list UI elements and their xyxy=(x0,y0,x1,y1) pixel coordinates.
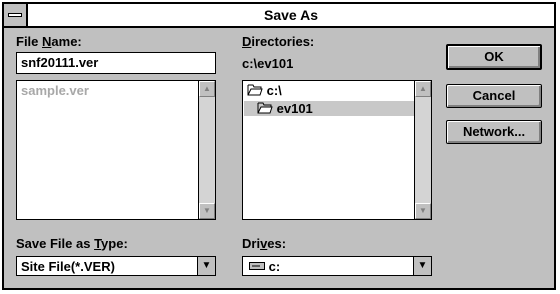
scroll-up-icon[interactable]: ▲ xyxy=(199,81,215,97)
file-name-label: File Name: xyxy=(16,34,82,49)
chevron-down-icon[interactable]: ▼ xyxy=(197,257,215,275)
drive-label: c: xyxy=(268,259,281,274)
directory-list[interactable]: c:\ ev101 ▲ ▼ xyxy=(242,80,432,220)
system-menu-button[interactable] xyxy=(4,4,28,26)
directory-item-label: ev101 xyxy=(276,101,313,116)
scroll-down-icon[interactable]: ▼ xyxy=(415,203,431,219)
drive-icon xyxy=(249,262,265,270)
open-folder-icon xyxy=(257,102,273,114)
file-list[interactable]: sample.ver ▲ ▼ xyxy=(16,80,216,220)
title-bar: Save As xyxy=(4,4,554,28)
save-as-dialog: Save As File Name: snf20111.ver sample.v… xyxy=(2,2,556,290)
directory-item-root[interactable]: c:\ xyxy=(247,83,282,98)
directory-item-label: c:\ xyxy=(266,83,282,98)
drives-label: Drives: xyxy=(242,236,287,251)
drives-select[interactable]: c: ▼ xyxy=(242,256,432,276)
open-folder-icon xyxy=(247,84,263,96)
directory-item-ev101[interactable]: ev101 xyxy=(244,101,415,116)
network-button[interactable]: Network... xyxy=(446,120,542,144)
system-menu-icon xyxy=(8,13,22,17)
cancel-button[interactable]: Cancel xyxy=(446,84,542,108)
chevron-down-icon[interactable]: ▼ xyxy=(413,257,431,275)
file-list-item[interactable]: sample.ver xyxy=(21,83,89,98)
save-type-value: Site File(*.VER) xyxy=(21,259,115,274)
save-type-select[interactable]: Site File(*.VER) ▼ xyxy=(16,256,216,276)
scroll-down-icon[interactable]: ▼ xyxy=(199,203,215,219)
directories-label: Directories: xyxy=(242,34,315,49)
file-list-scrollbar[interactable]: ▲ ▼ xyxy=(198,81,215,219)
window-title: Save As xyxy=(264,7,318,23)
directory-list-scrollbar[interactable]: ▲ ▼ xyxy=(414,81,431,219)
dialog-body: File Name: snf20111.ver sample.ver ▲ ▼ D… xyxy=(4,28,554,288)
save-type-label: Save File as Type: xyxy=(16,236,128,251)
ok-button[interactable]: OK xyxy=(446,44,542,70)
drive-value: c: xyxy=(249,259,280,274)
file-name-input[interactable]: snf20111.ver xyxy=(16,52,216,74)
current-directory-path: c:\ev101 xyxy=(242,56,294,71)
scroll-up-icon[interactable]: ▲ xyxy=(415,81,431,97)
